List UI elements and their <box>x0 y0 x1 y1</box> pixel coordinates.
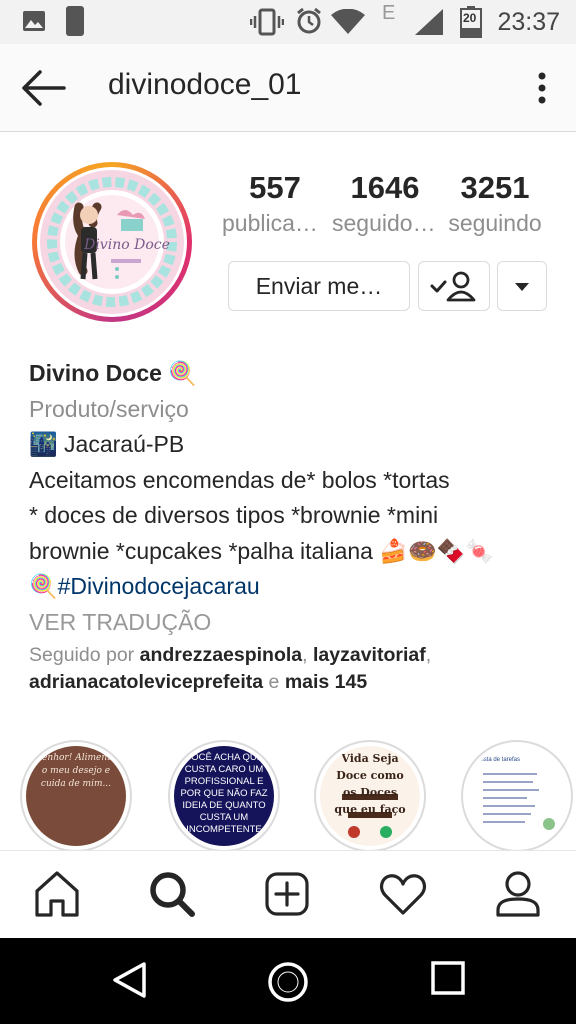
suggestions-dropdown-button[interactable] <box>497 261 547 311</box>
profile-bio: Divino Doce 🍭 Produto/serviço 🌃 Jacaraú-… <box>29 356 559 640</box>
followers-label: seguidores <box>332 210 438 236</box>
hashtag-link[interactable]: #Divinodocejacarau <box>58 573 260 599</box>
bottom-tab-bar <box>0 850 576 939</box>
vibrate-icon <box>250 8 284 36</box>
see-translation-link[interactable]: VER TRADUÇÃO <box>29 605 559 641</box>
network-type: E <box>382 2 396 24</box>
followed-by[interactable]: Seguido por andrezzaespinola, layzavitor… <box>29 642 559 696</box>
back-arrow-icon[interactable] <box>20 68 66 108</box>
home-icon[interactable] <box>32 869 82 919</box>
more-followers-link[interactable]: mais 145 <box>285 671 367 693</box>
search-icon[interactable] <box>147 869 197 919</box>
highlight-4[interactable]: lista de tarefas <box>461 740 573 852</box>
nav-recents-icon[interactable] <box>430 960 466 996</box>
profile-category: Produto/serviço <box>29 395 189 422</box>
wifi-icon <box>331 9 365 34</box>
profile-stats: 557 publicações 1646 seguidores 3251 seg… <box>222 168 556 248</box>
bio-name-line: Divino Doce 🍭 <box>29 356 559 392</box>
highlight-4-image: lista de tarefas <box>467 746 567 846</box>
following-count: 3251 <box>460 170 530 205</box>
highlight-4-list-lines <box>483 773 555 830</box>
highlight-2-text: VOCÊ ACHA QUE CUSTA CARO UM PROFISSIONAL… <box>180 752 268 835</box>
highlight-1-text: Senhor! Alimente o meu desejo e cuida de… <box>35 753 117 789</box>
highlight-3-image: Vida Seja Doce como os Doces que eu faço <box>320 746 420 846</box>
send-message-button[interactable]: Enviar me… <box>228 261 410 311</box>
followed-by-prefix: Seguido por <box>29 644 140 666</box>
user-check-icon <box>430 271 476 302</box>
highlight-1[interactable]: Senhor! Alimente o meu desejo e cuida de… <box>20 740 132 852</box>
bio-text-line-2: * doces de diversos tipos *brownie *mini <box>29 502 439 528</box>
signal-icon <box>415 9 443 35</box>
avatar-logo-text: Divino Doce <box>83 237 170 253</box>
profile-header: divinodoce_01 <box>0 44 576 132</box>
followed-by-sep-2: , <box>425 644 432 666</box>
clock: 23:37 <box>497 8 560 36</box>
system-nav-bar <box>0 938 576 1024</box>
bio-location-line: 🌃 Jacaraú-PB <box>29 427 559 463</box>
followed-by-sep-1: , <box>302 644 313 666</box>
bio-hashtag-line: 🍭#Divinodocejacarau <box>29 569 559 605</box>
lollipop-icon-2: 🍭 <box>29 573 58 599</box>
highlight-2-image: VOCÊ ACHA QUE CUSTA CARO UM PROFISSIONAL… <box>174 746 274 846</box>
profile-location: Jacaraú-PB <box>57 431 185 457</box>
stat-posts[interactable]: 557 publicações <box>222 168 328 238</box>
follower-link-1[interactable]: andrezzaespinola <box>140 644 303 666</box>
bio-text-line-3-text: brownie *cupcakes *palha italiana <box>29 537 373 564</box>
gallery-icon <box>23 11 45 31</box>
night-city-icon: 🌃 <box>29 431 58 457</box>
new-post-icon[interactable] <box>262 869 312 919</box>
avatar[interactable]: Divino Doce <box>32 162 192 322</box>
highlight-3[interactable]: Vida Seja Doce como os Doces que eu faço <box>314 740 426 852</box>
alarm-icon <box>297 7 321 34</box>
following-label: seguindo <box>448 210 542 236</box>
posts-label: publicações <box>222 210 328 236</box>
sweets-icons: 🍰🍩🍫🍬 <box>372 537 494 564</box>
more-options-icon[interactable] <box>530 70 554 106</box>
bio-text-line-3: brownie *cupcakes *palha italiana 🍰🍩🍫🍬 <box>29 534 559 570</box>
lollipop-icon: 🍭 <box>168 360 197 386</box>
follower-link-3[interactable]: adrianacatoleviceprefeita <box>29 671 263 693</box>
stat-following[interactable]: 3251 seguindo <box>442 168 548 238</box>
followers-count: 1646 <box>350 170 420 205</box>
highlight-1-image: Senhor! Alimente o meu desejo e cuida de… <box>26 746 126 846</box>
chevron-down-icon <box>515 283 529 291</box>
followed-by-and: e <box>263 671 285 693</box>
activity-heart-icon[interactable] <box>378 869 428 919</box>
avatar-logo: Divino Doce <box>40 170 184 314</box>
posts-count: 557 <box>249 170 301 205</box>
nav-home-icon[interactable] <box>266 960 310 1004</box>
highlight-2[interactable]: VOCÊ ACHA QUE CUSTA CARO UM PROFISSIONAL… <box>168 740 280 852</box>
nav-back-icon[interactable] <box>110 960 148 1000</box>
sleep-icon <box>66 6 84 36</box>
bio-text-line-1: Aceitamos encomendas de* bolos *tortas <box>29 466 450 493</box>
highlight-3-text: Vida Seja Doce como os Doces que eu faço <box>334 752 406 816</box>
stat-followers[interactable]: 1646 seguidores <box>332 168 438 238</box>
status-bar: E 20 23:37 <box>0 0 576 44</box>
profile-icon[interactable] <box>493 869 543 919</box>
following-button[interactable] <box>418 261 490 311</box>
battery-level: 20 <box>463 11 477 25</box>
header-username: divinodoce_01 <box>108 68 302 101</box>
profile-name: Divino Doce <box>29 360 162 386</box>
follower-link-2[interactable]: layzavitoriaf <box>313 644 426 666</box>
